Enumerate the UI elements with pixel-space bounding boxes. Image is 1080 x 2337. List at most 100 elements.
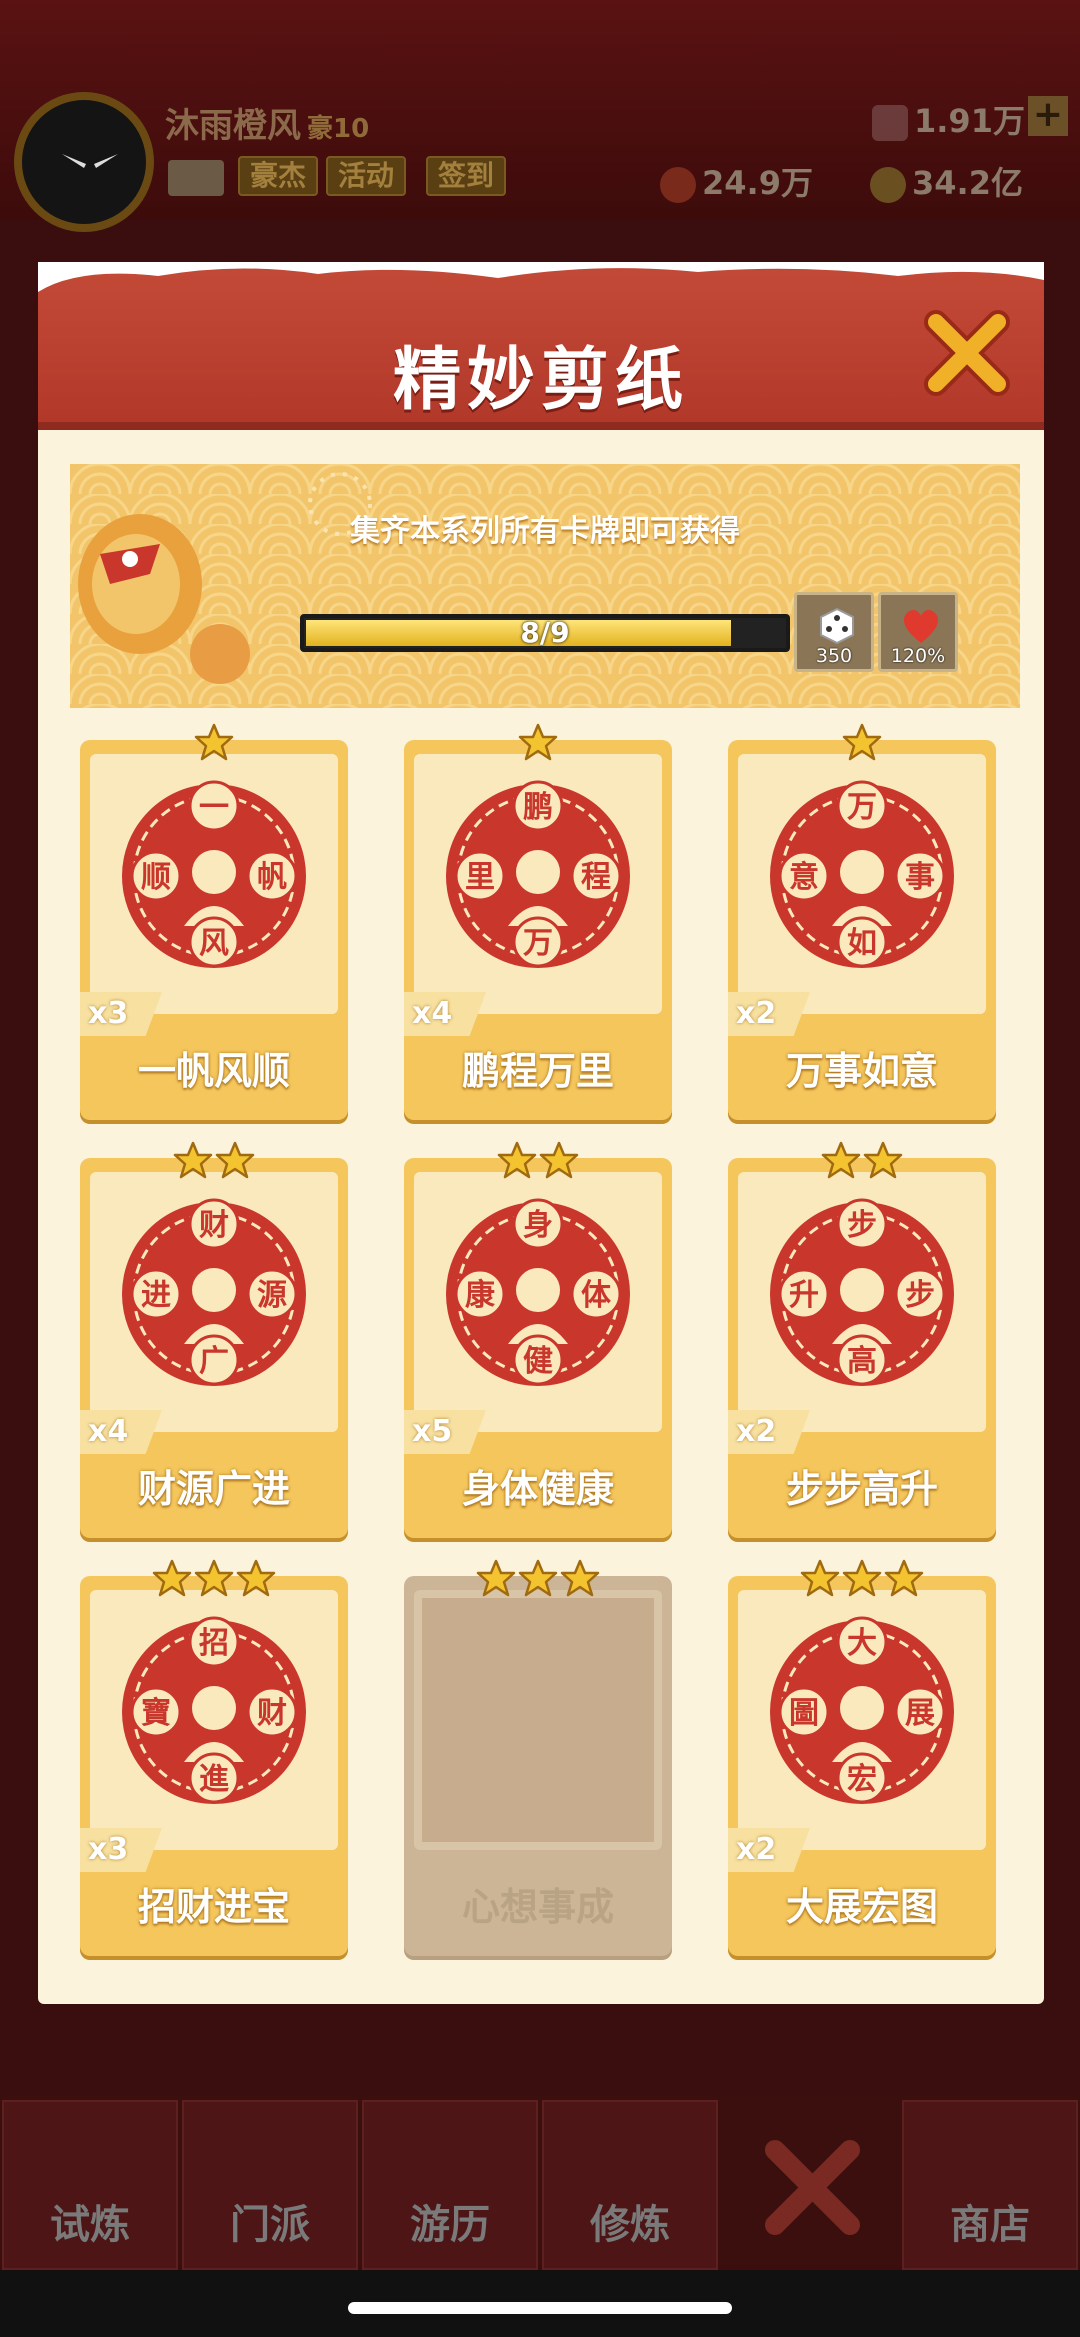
- add-gems-button[interactable]: +: [1028, 96, 1068, 136]
- svg-text:展: 展: [905, 1696, 935, 1731]
- paper-cut-card[interactable]: 鹏程万里 x4 鹏程万里: [404, 723, 672, 1120]
- card-art: 万事如意: [738, 754, 986, 1014]
- svg-text:大: 大: [847, 1626, 877, 1661]
- mail-icon[interactable]: [168, 160, 224, 196]
- svg-text:财: 财: [199, 1208, 229, 1243]
- star-icon: [884, 1558, 924, 1598]
- reward-heart-value: 120%: [890, 645, 946, 667]
- player-avatar[interactable]: [14, 92, 154, 232]
- avatar-eyes-icon: [60, 150, 120, 170]
- nav-shop[interactable]: 商店: [902, 2100, 1078, 2270]
- close-modal-button[interactable]: [922, 308, 1012, 398]
- card-art: 鹏程万里: [414, 754, 662, 1014]
- paper-cut-card[interactable]: 身体健康 x5 身体健康: [404, 1141, 672, 1538]
- paper-cut-emblem-icon: 身体健康: [438, 1194, 638, 1394]
- svg-text:步: 步: [847, 1208, 877, 1243]
- svg-text:身: 身: [523, 1208, 553, 1243]
- svg-text:里: 里: [465, 860, 495, 895]
- svg-text:步: 步: [905, 1278, 935, 1313]
- svg-text:招: 招: [199, 1626, 229, 1661]
- heroes-button[interactable]: 豪杰: [238, 156, 319, 196]
- nav-shop-label: 商店: [950, 2202, 1030, 2248]
- close-icon: [924, 310, 1010, 396]
- card-count-badge: x4: [404, 992, 486, 1036]
- svg-text:进: 进: [141, 1278, 171, 1313]
- card-count-badge: x2: [728, 992, 810, 1036]
- card-count-badge: x5: [404, 1410, 486, 1454]
- paper-cut-emblem-icon: 大展宏圖: [762, 1612, 962, 1812]
- card-stars: [80, 1140, 348, 1184]
- card-count-badge: x2: [728, 1410, 810, 1454]
- card-stars: [728, 722, 996, 766]
- paper-cut-card[interactable]: 招财進寶 x3 招财进宝: [80, 1559, 348, 1956]
- svg-text:帆: 帆: [257, 860, 287, 895]
- card-name: 步步高升: [785, 1467, 938, 1511]
- svg-text:圖: 圖: [789, 1696, 819, 1731]
- nav-close-icon[interactable]: [760, 2130, 870, 2240]
- card-count-badge: x3: [80, 1828, 162, 1872]
- locked-card-art: [414, 1590, 662, 1850]
- paper-cut-card[interactable]: 一帆风顺 x3 一帆风顺: [80, 723, 348, 1120]
- paper-cut-card[interactable]: 心想事成: [404, 1559, 672, 1956]
- home-indicator[interactable]: [348, 2302, 732, 2314]
- paper-cut-card[interactable]: 万事如意 x2 万事如意: [728, 723, 996, 1120]
- svg-text:程: 程: [581, 860, 611, 895]
- nav-trial[interactable]: 试炼: [2, 2100, 178, 2270]
- star-icon: [215, 1140, 255, 1180]
- reward-dice-value: 350: [815, 645, 853, 667]
- svg-text:万: 万: [523, 926, 553, 961]
- star-icon: [800, 1558, 840, 1598]
- svg-text:進: 進: [199, 1762, 229, 1797]
- heart-icon: [903, 609, 939, 643]
- events-button[interactable]: 活动: [326, 156, 407, 196]
- modal-header: 精妙剪纸: [38, 262, 1044, 430]
- paper-cut-card[interactable]: 财源广进 x4 财源广进: [80, 1141, 348, 1538]
- star-icon: [173, 1140, 213, 1180]
- nav-sect[interactable]: 门派: [182, 2100, 358, 2270]
- svg-text:一: 一: [199, 790, 229, 825]
- svg-text:意: 意: [789, 860, 819, 895]
- star-icon: [518, 722, 558, 762]
- card-stars: [728, 1558, 996, 1602]
- card-stars: [404, 722, 672, 766]
- card-stars: [404, 1558, 672, 1602]
- gems-counter: 1.91万: [872, 96, 1025, 142]
- star-icon: [518, 1558, 558, 1598]
- card-name: 大展宏图: [785, 1885, 938, 1929]
- nav-cultivate[interactable]: 修炼: [542, 2100, 718, 2270]
- star-icon: [842, 722, 882, 762]
- card-frame: 步步高升 x2 步步高升: [728, 1158, 996, 1538]
- svg-text:高: 高: [847, 1344, 877, 1379]
- progress-text: 8/9: [520, 616, 570, 649]
- paper-cut-emblem-icon: 一帆风顺: [114, 776, 314, 976]
- svg-text:升: 升: [789, 1278, 819, 1313]
- paper-cut-card[interactable]: 步步高升 x2 步步高升: [728, 1141, 996, 1538]
- card-name: 招财进宝: [137, 1885, 290, 1929]
- star-icon: [194, 1558, 234, 1598]
- svg-text:鹏: 鹏: [523, 790, 553, 825]
- svg-text:如: 如: [847, 926, 877, 961]
- star-icon: [821, 1140, 861, 1180]
- card-art: 财源广进: [90, 1172, 338, 1432]
- reward-heart[interactable]: 120%: [878, 592, 958, 672]
- paper-cut-card[interactable]: 大展宏圖 x2 大展宏图: [728, 1559, 996, 1956]
- paper-cut-emblem-icon: 万事如意: [762, 776, 962, 976]
- gold-coin-icon: [870, 167, 906, 203]
- card-frame: 财源广进 x4 财源广进: [80, 1158, 348, 1538]
- card-name: 鹏程万里: [461, 1049, 614, 1093]
- card-collection-modal: 精妙剪纸 集齐本系列所有卡牌即可获得 8/9 350 120% 一 帆 风 顺 …: [38, 262, 1044, 2004]
- token-icon: [660, 167, 696, 203]
- svg-text:健: 健: [523, 1344, 553, 1379]
- svg-text:顺: 顺: [141, 860, 171, 895]
- card-frame: 鹏程万里 x4 鹏程万里: [404, 740, 672, 1120]
- nav-travel-label: 游历: [410, 2202, 490, 2248]
- nav-travel[interactable]: 游历: [362, 2100, 538, 2270]
- reward-dice[interactable]: 350: [794, 592, 874, 672]
- nav-cultivate-label: 修炼: [590, 2202, 670, 2248]
- card-name: 万事如意: [785, 1049, 938, 1093]
- card-art: 招财進寶: [90, 1590, 338, 1850]
- nav-sect-label: 门派: [230, 2202, 310, 2248]
- checkin-button[interactable]: 签到: [426, 156, 507, 196]
- paper-cut-emblem-icon: 鹏程万里: [438, 776, 638, 976]
- collection-progress-bar: 8/9: [300, 614, 790, 652]
